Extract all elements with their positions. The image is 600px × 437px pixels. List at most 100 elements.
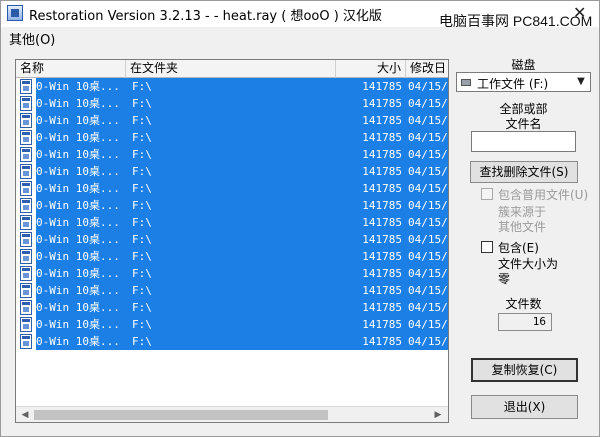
close-icon[interactable]: ✕ bbox=[573, 3, 586, 22]
table-row[interactable]: 0-Win 10桌... F:\ 141785 04/15/ bbox=[16, 163, 448, 180]
file-icon bbox=[20, 181, 32, 196]
file-icon bbox=[20, 283, 32, 298]
cell-date: 04/15/ bbox=[408, 301, 448, 314]
file-count-label: 文件数 bbox=[505, 297, 542, 311]
cell-size: 141785 bbox=[362, 97, 402, 110]
cell-folder: F:\ bbox=[132, 233, 152, 246]
cell-folder: F:\ bbox=[132, 131, 152, 144]
column-header-name[interactable]: 名称 bbox=[16, 60, 126, 78]
include-common-checkbox[interactable] bbox=[481, 188, 493, 200]
file-icon bbox=[20, 79, 32, 94]
file-icon bbox=[20, 130, 32, 145]
cell-name: 0-Win 10桌... bbox=[36, 114, 120, 127]
file-icon bbox=[20, 300, 32, 315]
column-header-size[interactable]: 大小 bbox=[336, 60, 406, 78]
cell-folder: F:\ bbox=[132, 114, 152, 127]
menu-item-other[interactable]: 其他(O) bbox=[9, 29, 55, 48]
file-list[interactable]: 名称 在文件夹 大小 修改日 0-Win 10桌... F:\ 141785 04/1… bbox=[15, 59, 449, 423]
cell-folder: F:\ bbox=[132, 301, 152, 314]
table-row[interactable]: 0-Win 10桌... F:\ 141785 04/15/ bbox=[16, 265, 448, 282]
include-zero-size-checkbox[interactable] bbox=[481, 241, 493, 253]
cell-name: 0-Win 10桌... bbox=[36, 318, 120, 331]
cell-folder: F:\ bbox=[132, 182, 152, 195]
file-icon bbox=[20, 317, 32, 332]
file-icon bbox=[20, 215, 32, 230]
table-row[interactable]: 0-Win 10桌... F:\ 141785 04/15/ bbox=[16, 316, 448, 333]
cell-size: 141785 bbox=[362, 335, 402, 348]
drive-icon bbox=[461, 79, 471, 86]
cell-date: 04/15/ bbox=[408, 335, 448, 348]
cell-name: 0-Win 10桌... bbox=[36, 148, 120, 161]
filename-label-line2: 文件名 bbox=[505, 117, 542, 131]
cell-size: 141785 bbox=[362, 114, 402, 127]
scroll-right-icon[interactable]: ▶ bbox=[430, 408, 446, 422]
copy-restore-button[interactable]: 复制恢复(C) bbox=[471, 358, 578, 382]
file-count-value: 16 bbox=[498, 313, 552, 331]
table-row[interactable]: 0-Win 10桌... F:\ 141785 04/15/ bbox=[16, 197, 448, 214]
menu-bar: 其他(O) bbox=[1, 27, 599, 48]
cell-date: 04/15/ bbox=[408, 165, 448, 178]
table-row[interactable]: 0-Win 10桌... F:\ 141785 04/15/ bbox=[16, 299, 448, 316]
column-header-folder[interactable]: 在文件夹 bbox=[126, 60, 336, 78]
file-icon bbox=[20, 266, 32, 281]
filename-input[interactable] bbox=[471, 131, 576, 152]
cell-size: 141785 bbox=[362, 301, 402, 314]
file-icon bbox=[20, 249, 32, 264]
cell-name: 0-Win 10桌... bbox=[36, 216, 120, 229]
table-row[interactable]: 0-Win 10桌... F:\ 141785 04/15/ bbox=[16, 248, 448, 265]
table-row[interactable]: 0-Win 10桌... F:\ 141785 04/15/ bbox=[16, 129, 448, 146]
disk-select[interactable]: 工作文件 (F:) ▼ bbox=[456, 72, 591, 92]
cell-date: 04/15/ bbox=[408, 284, 448, 297]
disk-label: 磁盘 bbox=[511, 58, 536, 72]
include-zero-label: 包含(E) bbox=[498, 241, 539, 255]
chevron-down-icon[interactable]: ▼ bbox=[574, 74, 588, 90]
cell-name: 0-Win 10桌... bbox=[36, 250, 120, 263]
file-icon bbox=[20, 164, 32, 179]
cell-size: 141785 bbox=[362, 318, 402, 331]
cell-size: 141785 bbox=[362, 250, 402, 263]
cell-size: 141785 bbox=[362, 267, 402, 280]
table-row[interactable]: 0-Win 10桌... F:\ 141785 04/15/ bbox=[16, 180, 448, 197]
table-row[interactable]: 0-Win 10桌... F:\ 141785 04/15/ bbox=[16, 112, 448, 129]
table-row[interactable]: 0-Win 10桌... F:\ 141785 04/15/ bbox=[16, 231, 448, 248]
cell-date: 04/15/ bbox=[408, 216, 448, 229]
horizontal-scrollbar[interactable]: ◀ ▶ bbox=[16, 406, 448, 422]
cell-size: 141785 bbox=[362, 131, 402, 144]
window-title: Restoration Version 3.2.13 - - heat.ray … bbox=[29, 9, 382, 24]
cell-name: 0-Win 10桌... bbox=[36, 131, 120, 144]
cell-folder: F:\ bbox=[132, 267, 152, 280]
search-deleted-files-button[interactable]: 查找删除文件(S) bbox=[470, 161, 578, 183]
cell-date: 04/15/ bbox=[408, 114, 448, 127]
file-icon bbox=[20, 198, 32, 213]
cell-size: 141785 bbox=[362, 182, 402, 195]
cell-size: 141785 bbox=[362, 199, 402, 212]
table-row[interactable]: 0-Win 10桌... F:\ 141785 04/15/ bbox=[16, 282, 448, 299]
cell-date: 04/15/ bbox=[408, 148, 448, 161]
column-header-date[interactable]: 修改日 bbox=[406, 60, 448, 78]
cell-name: 0-Win 10桌... bbox=[36, 335, 120, 348]
table-row[interactable]: 0-Win 10桌... F:\ 141785 04/15/ bbox=[16, 214, 448, 231]
cell-date: 04/15/ bbox=[408, 199, 448, 212]
cell-date: 04/15/ bbox=[408, 267, 448, 280]
cell-date: 04/15/ bbox=[408, 318, 448, 331]
cell-folder: F:\ bbox=[132, 250, 152, 263]
scroll-thumb[interactable] bbox=[34, 410, 328, 420]
cell-folder: F:\ bbox=[132, 165, 152, 178]
table-row[interactable]: 0-Win 10桌... F:\ 141785 04/15/ bbox=[16, 333, 448, 350]
cell-size: 141785 bbox=[362, 148, 402, 161]
file-icon bbox=[20, 147, 32, 162]
table-row[interactable]: 0-Win 10桌... F:\ 141785 04/15/ bbox=[16, 78, 448, 95]
cell-name: 0-Win 10桌... bbox=[36, 80, 120, 93]
cell-name: 0-Win 10桌... bbox=[36, 267, 120, 280]
cell-size: 141785 bbox=[362, 165, 402, 178]
table-row[interactable]: 0-Win 10桌... F:\ 141785 04/15/ bbox=[16, 95, 448, 112]
cell-date: 04/15/ bbox=[408, 131, 448, 144]
table-row[interactable]: 0-Win 10桌... F:\ 141785 04/15/ bbox=[16, 146, 448, 163]
cell-folder: F:\ bbox=[132, 318, 152, 331]
scroll-left-icon[interactable]: ◀ bbox=[17, 408, 33, 422]
cell-name: 0-Win 10桌... bbox=[36, 165, 120, 178]
cell-size: 141785 bbox=[362, 284, 402, 297]
file-icon bbox=[20, 334, 32, 349]
file-icon bbox=[20, 96, 32, 111]
exit-button[interactable]: 退出(X) bbox=[471, 395, 578, 419]
